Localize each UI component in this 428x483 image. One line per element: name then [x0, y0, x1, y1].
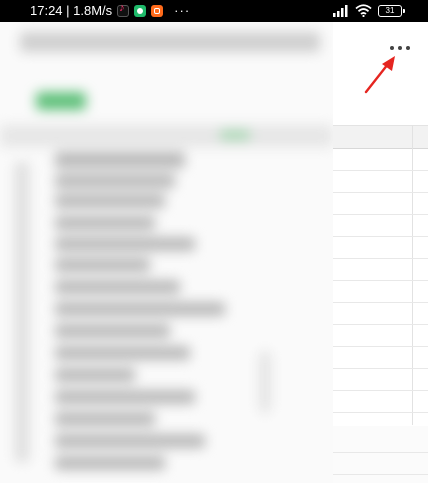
- app-screen: [0, 22, 428, 483]
- grid-row-line: [333, 280, 428, 281]
- grid-row-line: [333, 346, 428, 347]
- more-horizontal-icon: [390, 46, 394, 50]
- signal-icon: [333, 4, 348, 17]
- blurred-content: [0, 22, 333, 483]
- blurred-layer: [0, 22, 333, 483]
- grid-row-line: [333, 412, 428, 413]
- grid-row-line: [333, 258, 428, 259]
- grid-row-line: [333, 390, 428, 391]
- green-tab: [36, 92, 86, 110]
- grid-row-line: [333, 302, 428, 303]
- sheet-panel: [333, 22, 428, 483]
- orange-app-icon: [151, 4, 164, 17]
- sheet-column-header: [333, 125, 428, 149]
- grid-row-line: [333, 324, 428, 325]
- grid-row-line: [333, 474, 428, 475]
- grid-row-line: [333, 452, 428, 453]
- status-left-group: 17:24 | 1.8M/s ···: [30, 2, 191, 19]
- grid-row-line: [333, 236, 428, 237]
- grid-row-line: [333, 192, 428, 193]
- grid-row-line: [333, 368, 428, 369]
- status-time-speed: 17:24 | 1.8M/s: [30, 3, 113, 18]
- tiktok-icon: [117, 2, 130, 17]
- more-dot: [406, 46, 410, 50]
- wifi-icon: [355, 4, 372, 17]
- status-right-group: 31: [333, 4, 405, 17]
- battery-level: 31: [385, 5, 395, 15]
- more-notifications-icon: ···: [174, 3, 191, 18]
- shield-app-icon: [134, 4, 147, 17]
- grid-row-line: [333, 170, 428, 171]
- more-dot: [398, 46, 402, 50]
- battery-icon: 31: [378, 4, 405, 17]
- red-arrow-annotation: [364, 56, 395, 94]
- status-bar: 17:24 | 1.8M/s ··· 31: [0, 0, 428, 22]
- grid-row-line: [333, 214, 428, 215]
